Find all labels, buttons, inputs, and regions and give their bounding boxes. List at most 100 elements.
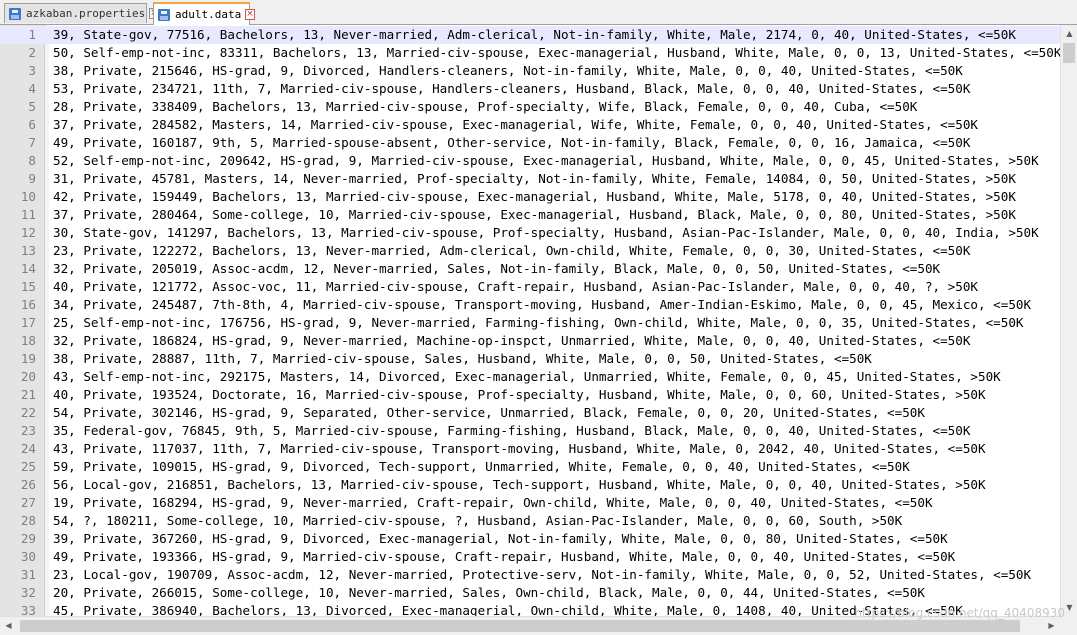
line-number: 32 (20, 585, 36, 600)
text-line[interactable]: 26 56, Local-gov, 216851, Bachelors, 13, … (0, 476, 1060, 494)
text-line[interactable]: 16 34, Private, 245487, 7th-8th, 4, Marri… (0, 296, 1060, 314)
text-line[interactable]: 27 19, Private, 168294, HS-grad, 9, Never… (0, 494, 1060, 512)
text-line[interactable]: 22 54, Private, 302146, HS-grad, 9, Separ… (0, 404, 1060, 422)
line-number: 14 (20, 261, 36, 276)
line-number: 12 (20, 225, 36, 240)
text-line[interactable]: 19 38, Private, 28887, 11th, 7, Married-c… (0, 350, 1060, 368)
line-number: 21 (20, 387, 36, 402)
line-number: 15 (20, 279, 36, 294)
line-text[interactable]: 38, Private, 28887, 11th, 7, Married-civ… (53, 350, 872, 368)
line-text[interactable]: 49, Private, 160187, 9th, 5, Married-spo… (53, 134, 970, 152)
tab-azkaban-properties[interactable]: azkaban.properties × (4, 3, 159, 23)
line-number: 26 (20, 477, 36, 492)
tab-label: azkaban.properties (26, 7, 146, 20)
line-text[interactable]: 49, Private, 193366, HS-grad, 9, Married… (53, 548, 955, 566)
line-text[interactable]: 39, State-gov, 77516, Bachelors, 13, Nev… (53, 26, 1016, 44)
text-line[interactable]: 17 25, Self-emp-not-inc, 176756, HS-grad,… (0, 314, 1060, 332)
line-text[interactable]: 37, Private, 284582, Masters, 14, Marrie… (53, 116, 978, 134)
text-line[interactable]: 32 20, Private, 266015, Some-college, 10,… (0, 584, 1060, 602)
line-number: 18 (20, 333, 36, 348)
line-number: 16 (20, 297, 36, 312)
watermark: https://blog.csdn.net/qq_40408930 (854, 606, 1065, 620)
tab-adult-data[interactable]: adult.data × (153, 2, 255, 25)
line-text[interactable]: 59, Private, 109015, HS-grad, 9, Divorce… (53, 458, 910, 476)
text-line[interactable]: 2 50, Self-emp-not-inc, 83311, Bachelors,… (0, 44, 1061, 62)
line-text[interactable]: 53, Private, 234721, 11th, 7, Married-ci… (53, 80, 970, 98)
line-text[interactable]: 35, Federal-gov, 76845, 9th, 5, Married-… (53, 422, 970, 440)
horizontal-scroll-thumb[interactable] (20, 620, 1020, 632)
line-number: 22 (20, 405, 36, 420)
text-line[interactable]: 14 32, Private, 205019, Assoc-acdm, 12, N… (0, 260, 1060, 278)
text-line[interactable]: 13 23, Private, 122272, Bachelors, 13, Ne… (0, 242, 1060, 260)
text-line[interactable]: 31 23, Local-gov, 190709, Assoc-acdm, 12,… (0, 566, 1060, 584)
line-number: 25 (20, 459, 36, 474)
text-line[interactable]: 30 49, Private, 193366, HS-grad, 9, Marri… (0, 548, 1060, 566)
vertical-scroll-thumb[interactable] (1063, 43, 1075, 63)
line-text[interactable]: 37, Private, 280464, Some-college, 10, M… (53, 206, 1016, 224)
text-line[interactable]: 10 42, Private, 159449, Bachelors, 13, Ma… (0, 188, 1060, 206)
line-text[interactable]: 43, Self-emp-not-inc, 292175, Masters, 1… (53, 368, 1001, 386)
line-text[interactable]: 19, Private, 168294, HS-grad, 9, Never-m… (53, 494, 933, 512)
tab-label: adult.data (175, 8, 242, 21)
line-text[interactable]: 28, Private, 338409, Bachelors, 13, Marr… (53, 98, 917, 116)
vertical-scrollbar[interactable]: ▲ ▼ (1060, 25, 1077, 616)
line-text[interactable]: 25, Self-emp-not-inc, 176756, HS-grad, 9… (53, 314, 1024, 332)
line-text[interactable]: 30, State-gov, 141297, Bachelors, 13, Ma… (53, 224, 1039, 242)
line-number: 13 (20, 243, 36, 258)
text-line[interactable]: 15 40, Private, 121772, Assoc-voc, 11, Ma… (0, 278, 1060, 296)
scroll-up-arrow-icon[interactable]: ▲ (1061, 25, 1077, 42)
line-text[interactable]: 23, Private, 122272, Bachelors, 13, Neve… (53, 242, 970, 260)
text-line[interactable]: 20 43, Self-emp-not-inc, 292175, Masters,… (0, 368, 1060, 386)
line-text[interactable]: 52, Self-emp-not-inc, 209642, HS-grad, 9… (53, 152, 1039, 170)
scroll-left-arrow-icon[interactable]: ◀ (0, 617, 17, 635)
text-line[interactable]: 1 39, State-gov, 77516, Bachelors, 13, Ne… (0, 26, 1060, 44)
line-text[interactable]: 39, Private, 367260, HS-grad, 9, Divorce… (53, 530, 948, 548)
line-text[interactable]: 38, Private, 215646, HS-grad, 9, Divorce… (53, 62, 963, 80)
line-text[interactable]: 50, Self-emp-not-inc, 83311, Bachelors, … (53, 44, 1061, 62)
line-number: 19 (20, 351, 36, 366)
text-line[interactable]: 28 54, ?, 180211, Some-college, 10, Marri… (0, 512, 1060, 530)
line-text[interactable]: 56, Local-gov, 216851, Bachelors, 13, Ma… (53, 476, 986, 494)
line-text[interactable]: 40, Private, 121772, Assoc-voc, 11, Marr… (53, 278, 978, 296)
text-line[interactable]: 3 38, Private, 215646, HS-grad, 9, Divorc… (0, 62, 1060, 80)
line-text[interactable]: 43, Private, 117037, 11th, 7, Married-ci… (53, 440, 986, 458)
line-text[interactable]: 42, Private, 159449, Bachelors, 13, Marr… (53, 188, 1016, 206)
line-text[interactable]: 34, Private, 245487, 7th-8th, 4, Married… (53, 296, 1031, 314)
text-line[interactable]: 25 59, Private, 109015, HS-grad, 9, Divor… (0, 458, 1060, 476)
text-line[interactable]: 23 35, Federal-gov, 76845, 9th, 5, Marrie… (0, 422, 1060, 440)
line-number: 2 (28, 45, 36, 60)
line-number: 3 (28, 63, 36, 78)
line-number: 28 (20, 513, 36, 528)
line-text[interactable]: 40, Private, 193524, Doctorate, 16, Marr… (53, 386, 986, 404)
text-editor[interactable]: 1 39, State-gov, 77516, Bachelors, 13, Ne… (0, 25, 1077, 616)
line-number: 30 (20, 549, 36, 564)
line-number: 1 (28, 27, 36, 42)
line-text[interactable]: 23, Local-gov, 190709, Assoc-acdm, 12, N… (53, 566, 1031, 584)
text-line[interactable]: 29 39, Private, 367260, HS-grad, 9, Divor… (0, 530, 1060, 548)
text-line[interactable]: 6 37, Private, 284582, Masters, 14, Marri… (0, 116, 1060, 134)
text-line[interactable]: 7 49, Private, 160187, 9th, 5, Married-sp… (0, 134, 1060, 152)
text-line[interactable]: 18 32, Private, 186824, HS-grad, 9, Never… (0, 332, 1060, 350)
close-icon[interactable]: × (245, 9, 255, 20)
line-number: 11 (20, 207, 36, 222)
text-line[interactable]: 11 37, Private, 280464, Some-college, 10,… (0, 206, 1060, 224)
line-text[interactable]: 32, Private, 186824, HS-grad, 9, Never-m… (53, 332, 970, 350)
line-text[interactable]: 45, Private, 386940, Bachelors, 13, Divo… (53, 602, 963, 616)
line-number: 33 (20, 603, 36, 616)
line-text[interactable]: 32, Private, 205019, Assoc-acdm, 12, Nev… (53, 260, 940, 278)
text-line[interactable]: 21 40, Private, 193524, Doctorate, 16, Ma… (0, 386, 1060, 404)
line-text[interactable]: 54, ?, 180211, Some-college, 10, Married… (53, 512, 902, 530)
text-line[interactable]: 24 43, Private, 117037, 11th, 7, Married-… (0, 440, 1060, 458)
text-line[interactable]: 4 53, Private, 234721, 11th, 7, Married-c… (0, 80, 1060, 98)
line-text[interactable]: 31, Private, 45781, Masters, 14, Never-m… (53, 170, 1016, 188)
text-line[interactable]: 8 52, Self-emp-not-inc, 209642, HS-grad, … (0, 152, 1060, 170)
text-line[interactable]: 9 31, Private, 45781, Masters, 14, Never-… (0, 170, 1060, 188)
text-line[interactable]: 12 30, State-gov, 141297, Bachelors, 13, … (0, 224, 1060, 242)
line-text[interactable]: 20, Private, 266015, Some-college, 10, N… (53, 584, 925, 602)
text-lines[interactable]: 1 39, State-gov, 77516, Bachelors, 13, Ne… (0, 26, 1061, 616)
file-icon (9, 7, 21, 20)
line-number: 10 (20, 189, 36, 204)
line-text[interactable]: 54, Private, 302146, HS-grad, 9, Separat… (53, 404, 925, 422)
line-number: 29 (20, 531, 36, 546)
text-line[interactable]: 5 28, Private, 338409, Bachelors, 13, Mar… (0, 98, 1060, 116)
